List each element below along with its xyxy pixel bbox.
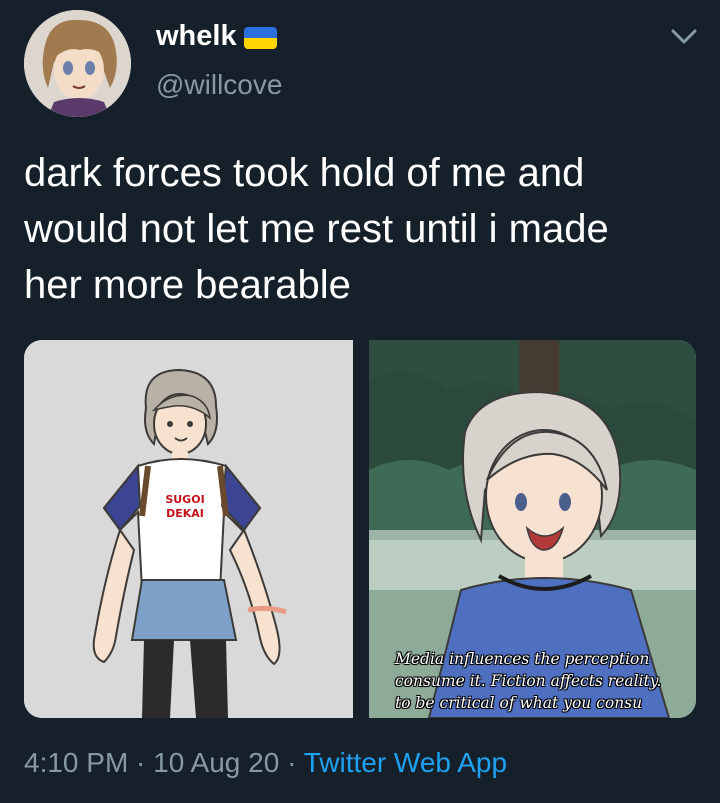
avatar-image [24, 10, 131, 117]
tweet-date[interactable]: 10 Aug 20 [153, 747, 279, 778]
avatar[interactable] [24, 10, 131, 117]
user-handle[interactable]: @willcove [156, 68, 282, 102]
image-caption: Media influences the perception consume … [395, 648, 695, 714]
shirt-text-top: SUGOI [165, 493, 204, 506]
media-image-right[interactable]: Media influences the perception consume … [369, 340, 696, 718]
media-grid: SUGOI DEKAI Media influences the percept… [24, 340, 696, 718]
ukraine-flag-icon [244, 27, 277, 49]
separator: · [279, 747, 304, 778]
caption-line: to be critical of what you consu [395, 694, 643, 712]
chevron-down-icon [671, 29, 697, 44]
tweet-metadata: 4:10 PM · 10 Aug 20 · Twitter Web App [24, 745, 507, 781]
caption-line: Media influences the perception [395, 650, 650, 668]
tweet-text: dark forces took hold of me and would no… [24, 151, 609, 307]
separator: · [128, 747, 154, 778]
tweet-source-link[interactable]: Twitter Web App [304, 747, 507, 778]
caption-line: consume it. Fiction affects reality. [395, 672, 662, 690]
display-name[interactable]: whelk [156, 18, 237, 54]
tweet: whelk @willcove dark forces took hold of… [0, 0, 720, 803]
more-options-button[interactable] [664, 22, 704, 52]
shirt-text-bottom: DEKAI [166, 507, 204, 520]
character-full-body-drawing: SUGOI DEKAI [24, 340, 353, 718]
media-image-left[interactable]: SUGOI DEKAI [24, 340, 353, 718]
tweet-time[interactable]: 4:10 PM [24, 747, 128, 778]
